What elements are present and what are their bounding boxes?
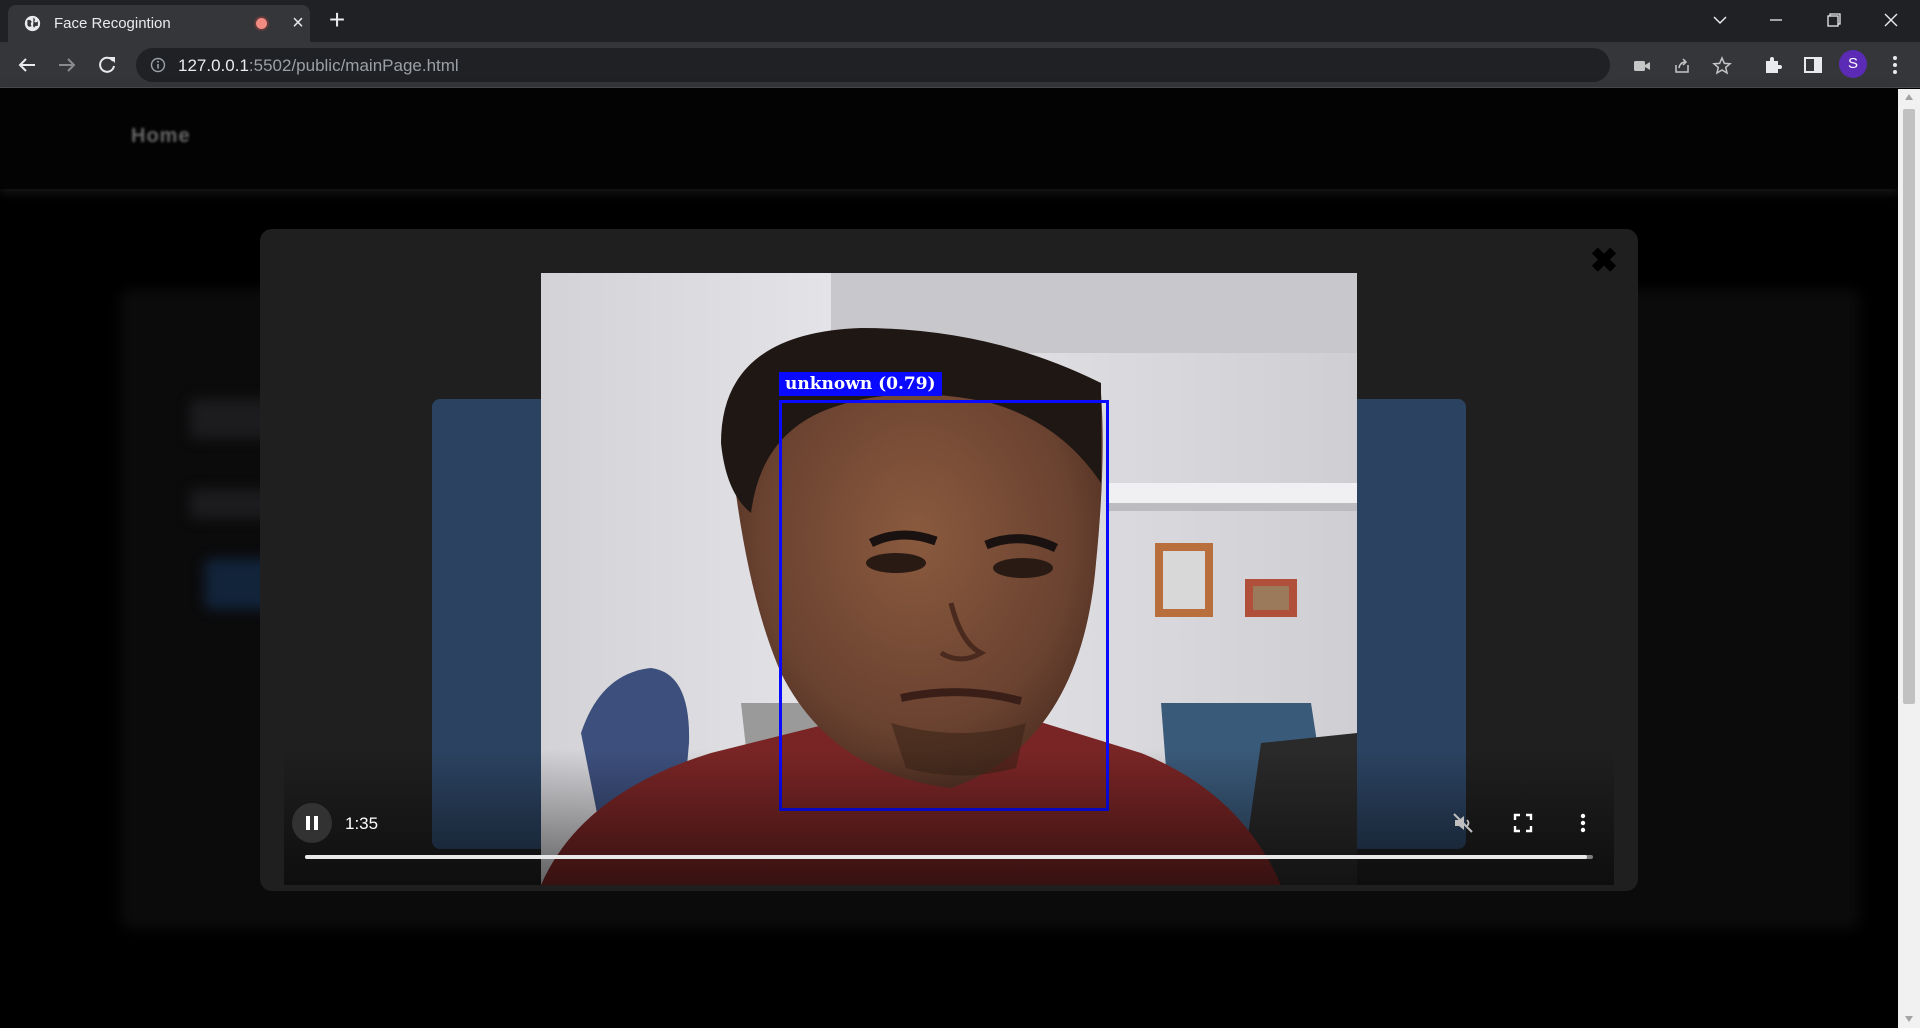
globe-icon [24, 15, 41, 32]
browser-tab-bar: Face Recogintion × + [0, 0, 1920, 42]
video-time: 1:35 [345, 814, 379, 833]
fullscreen-icon[interactable] [1511, 811, 1535, 835]
minimize-icon[interactable] [1756, 6, 1796, 34]
face-detection-box [779, 400, 1109, 811]
restore-icon[interactable] [1813, 6, 1853, 34]
page-scrollbar[interactable] [1898, 89, 1920, 1028]
tab-title: Face Recogintion [54, 15, 171, 32]
browser-menu-icon[interactable] [1880, 50, 1910, 80]
url-text: 127.0.0.1:5502/public/mainPage.html [178, 56, 459, 75]
side-panel-icon[interactable] [1798, 50, 1828, 80]
video-player[interactable]: unknown (0.79) [284, 273, 1614, 885]
scroll-up-arrow-icon[interactable] [1904, 93, 1914, 101]
extensions-icon[interactable] [1758, 50, 1788, 80]
new-tab-button[interactable]: + [324, 6, 350, 34]
video-modal: ✖ unknown (0.79) 1:35 [260, 229, 1638, 891]
site-navbar: Home [0, 89, 1898, 189]
page-footer [0, 942, 1898, 1028]
profile-avatar[interactable]: S [1839, 50, 1867, 78]
close-tab-icon[interactable]: × [288, 13, 308, 33]
forward-icon[interactable] [52, 50, 82, 80]
recording-indicator-icon [254, 16, 269, 31]
back-icon[interactable] [12, 50, 42, 80]
video-more-options-icon[interactable] [1571, 811, 1595, 835]
camera-in-use-icon[interactable] [1632, 56, 1652, 76]
scroll-down-arrow-icon[interactable] [1904, 1015, 1914, 1023]
share-icon[interactable] [1672, 56, 1692, 76]
reload-icon[interactable] [92, 50, 122, 80]
tab-search-icon[interactable] [1700, 6, 1740, 34]
address-bar[interactable]: 127.0.0.1:5502/public/mainPage.html [136, 48, 1732, 82]
scrollbar-thumb[interactable] [1903, 109, 1915, 704]
bookmark-star-icon[interactable] [1712, 56, 1732, 76]
face-detection-label: unknown (0.79) [779, 372, 942, 396]
close-window-icon[interactable] [1871, 6, 1911, 34]
muted-volume-icon[interactable] [1451, 811, 1475, 835]
pause-icon [306, 816, 318, 830]
browser-tab[interactable]: Face Recogintion × [8, 5, 310, 42]
browser-toolbar: 127.0.0.1:5502/public/mainPage.html S [0, 42, 1920, 88]
video-progress-bar[interactable] [305, 855, 1593, 859]
nav-home-link[interactable]: Home [131, 125, 191, 148]
site-info-icon[interactable] [150, 57, 166, 73]
pause-button[interactable] [292, 803, 332, 843]
video-progress-fill [305, 855, 1587, 859]
